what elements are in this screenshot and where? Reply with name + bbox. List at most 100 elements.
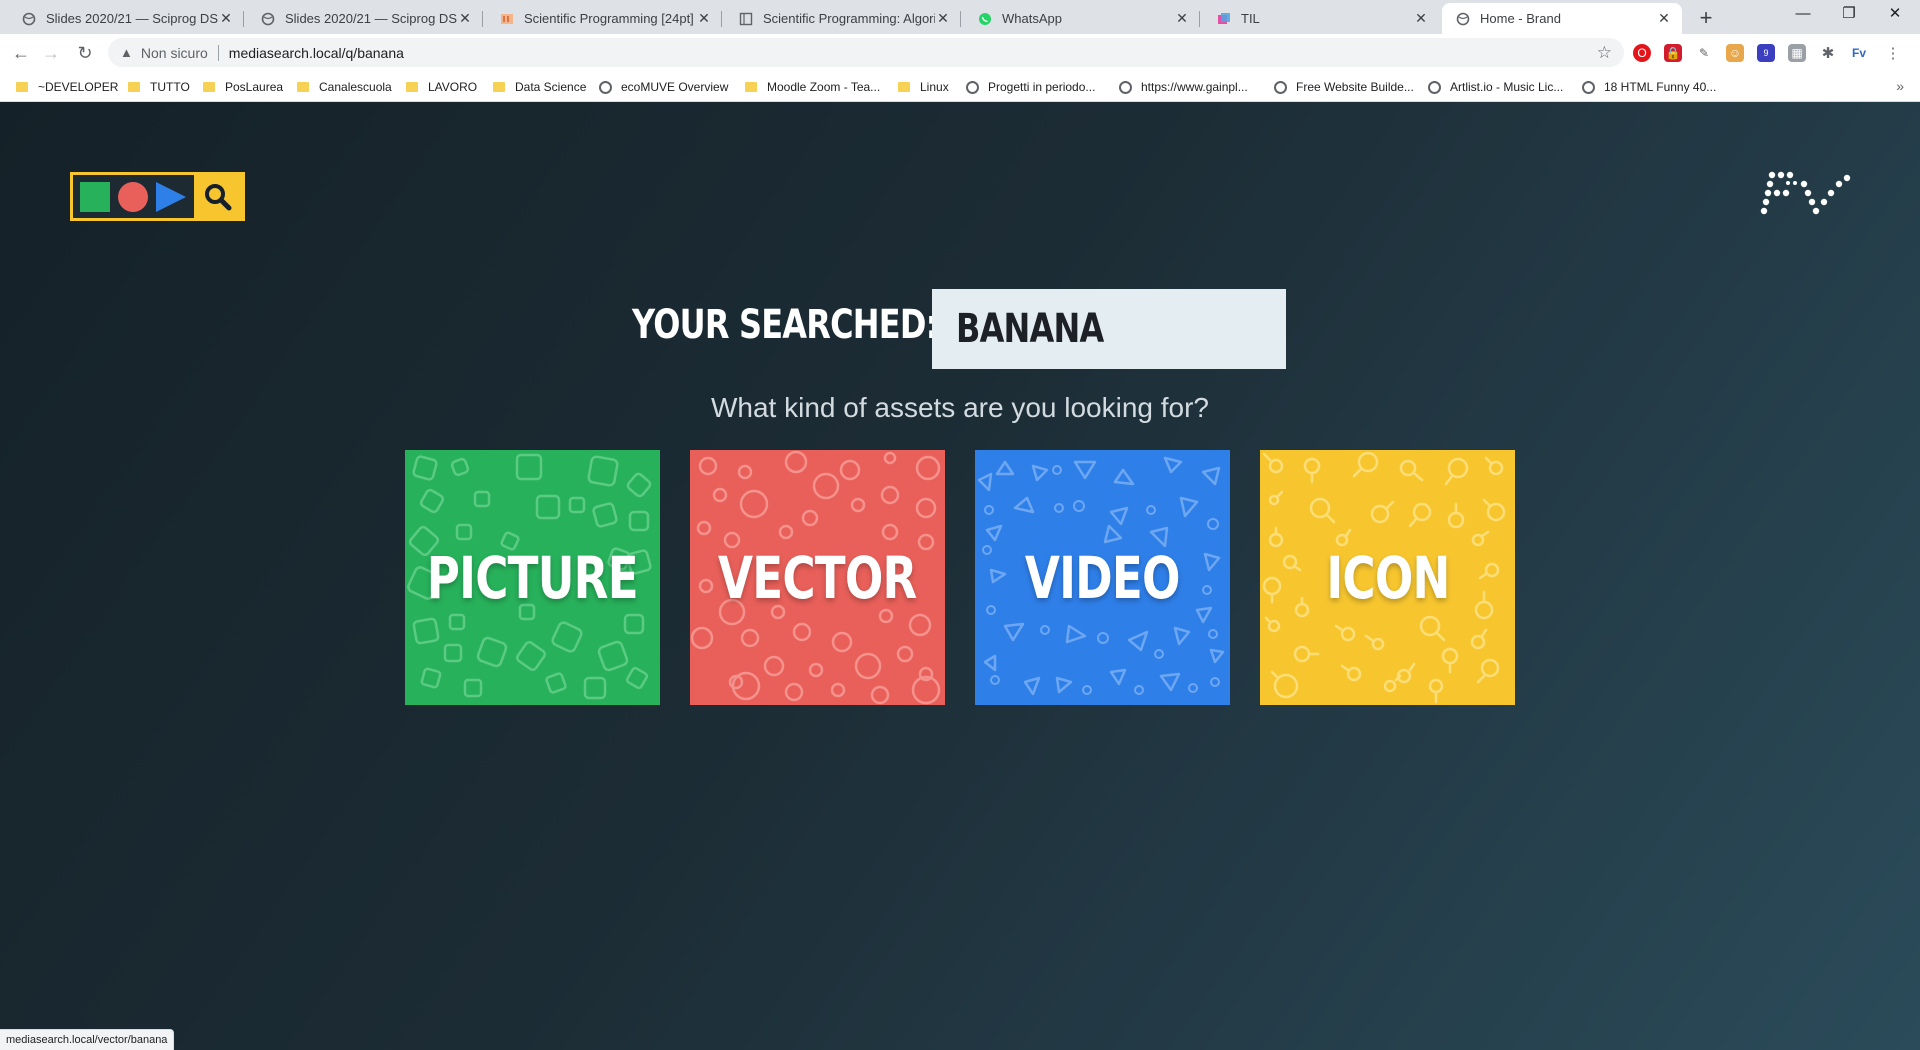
tile-label-wrap: VIDEO (975, 450, 1230, 705)
icon-tile-label: ICON (1325, 543, 1450, 612)
globe-icon (1119, 80, 1132, 94)
star-icon[interactable]: ☆ (1597, 43, 1612, 63)
forward-icon[interactable]: → (38, 40, 64, 66)
bookmark-artlist[interactable]: Artlist.io - Music Lic... (1428, 77, 1563, 97)
tab-separator (482, 11, 483, 27)
fv-extension-icon[interactable]: Fv (1850, 44, 1868, 62)
tab-title: Slides 2020/21 — Sciprog DS Lab (285, 11, 457, 26)
image-extension-icon[interactable]: ▦ (1788, 44, 1806, 62)
lock-extension-icon[interactable]: 🔒 (1664, 44, 1682, 62)
bookmarks-bar: ~DEVELOPER TUTTO PosLaurea Canalescuola … (0, 71, 1920, 102)
bookmark-html-funny[interactable]: 18 HTML Funny 40... (1582, 77, 1716, 97)
tab-home-brand[interactable]: Home - Brand ✕ (1442, 3, 1682, 34)
reload-icon[interactable]: ↻ (72, 40, 98, 66)
bookmark-free-website-builder[interactable]: Free Website Builde... (1274, 77, 1414, 97)
square-icon (80, 181, 110, 212)
bookmark-canalescuola[interactable]: Canalescuola (297, 77, 392, 97)
tab-slides-1[interactable]: Slides 2020/21 — Sciprog DS Lab ✕ (8, 3, 244, 34)
vector-tile[interactable]: VECTOR (690, 450, 945, 705)
bookmark-lavoro[interactable]: LAVORO (406, 77, 477, 97)
whatsapp-icon (978, 12, 992, 26)
tab-separator (960, 11, 961, 27)
picture-tile[interactable]: PICTURE (405, 450, 660, 705)
bookmark-label: Linux (920, 80, 949, 94)
close-icon[interactable]: ✕ (696, 10, 712, 27)
bookmark-label: ~DEVELOPER (38, 80, 119, 94)
tab-title: Scientific Programming [24pt] Le (524, 11, 696, 26)
bookmark-label: ecoMUVE Overview (621, 80, 729, 94)
face-extension-icon[interactable]: ☺ (1726, 44, 1744, 62)
bookmark-data-science[interactable]: Data Science (493, 77, 586, 97)
video-tile[interactable]: VIDEO (975, 450, 1230, 705)
logo-shapes (73, 175, 194, 218)
address-divider (217, 44, 219, 61)
bookmarks-overflow-button[interactable]: » (1896, 78, 1904, 94)
new-tab-button[interactable]: + (1692, 5, 1720, 33)
bookmark-label: Moodle Zoom - Tea... (767, 80, 881, 94)
search-query-text: BANANA (956, 306, 1104, 352)
folder-icon (297, 82, 309, 92)
cube-icon (1217, 12, 1231, 26)
bookmark-developer[interactable]: ~DEVELOPER (16, 77, 118, 97)
bookmark-moodle-zoom[interactable]: Moodle Zoom - Tea... (745, 77, 880, 97)
bookmark-label: Free Website Builde... (1296, 80, 1414, 94)
restore-icon[interactable]: ❐ (1826, 0, 1872, 30)
url-text[interactable]: mediasearch.local/q/banana (229, 45, 404, 61)
tab-scientific-programming-1[interactable]: Scientific Programming [24pt] Le ✕ (486, 3, 722, 34)
warning-icon[interactable]: ▲ (120, 45, 133, 60)
bookmark-ecomuve[interactable]: ecoMUVE Overview (599, 77, 728, 97)
close-icon[interactable]: ✕ (1174, 10, 1190, 27)
globe-icon (1582, 80, 1595, 94)
folder-icon (203, 82, 215, 92)
orange-logo-icon (500, 12, 514, 26)
cap-extension-icon[interactable]: 9 (1757, 44, 1775, 62)
bookmark-gainpl[interactable]: https://www.gainpl... (1119, 77, 1248, 97)
bookmark-tutto[interactable]: TUTTO (128, 77, 190, 97)
close-icon[interactable]: ✕ (457, 10, 473, 27)
eyedropper-icon[interactable]: ✎ (1695, 44, 1713, 62)
folder-icon (493, 82, 505, 92)
tab-strip: Slides 2020/21 — Sciprog DS Lab ✕ Slides… (0, 0, 1920, 34)
globe-icon (1428, 80, 1441, 94)
bookmark-poslaurea[interactable]: PosLaurea (203, 77, 283, 97)
tab-separator (721, 11, 722, 27)
security-label[interactable]: Non sicuro (141, 45, 208, 61)
tab-whatsapp[interactable]: WhatsApp ✕ (964, 3, 1200, 34)
bookmark-label: 18 HTML Funny 40... (1604, 80, 1717, 94)
address-bar[interactable]: ▲ Non sicuro mediasearch.local/q/banana … (108, 38, 1624, 67)
picture-tile-label: PICTURE (426, 543, 639, 612)
status-bar-url: mediasearch.local/vector/banana (0, 1029, 175, 1050)
menu-icon[interactable]: ⋮ (1884, 44, 1902, 62)
video-tile-label: VIDEO (1025, 543, 1181, 612)
close-icon[interactable]: ✕ (218, 10, 234, 27)
folder-icon (406, 82, 418, 92)
bookmark-progetti[interactable]: Progetti in periodo... (966, 77, 1095, 97)
tab-title: Slides 2020/21 — Sciprog DS Lab (46, 11, 218, 26)
close-icon[interactable]: ✕ (1656, 10, 1672, 27)
close-icon[interactable]: ✕ (1413, 10, 1429, 27)
globe-icon (261, 12, 275, 26)
minimize-icon[interactable]: — (1780, 0, 1826, 30)
close-icon[interactable]: ✕ (935, 10, 951, 27)
site-logo[interactable] (70, 172, 245, 221)
tab-scientific-programming-2[interactable]: Scientific Programming: Algorithm ✕ (725, 3, 961, 34)
bookmark-label: PosLaurea (225, 80, 284, 94)
window-close-icon[interactable]: ✕ (1872, 0, 1918, 30)
opera-extension-icon[interactable]: O (1633, 44, 1651, 62)
bookmark-label: Canalescuola (319, 80, 392, 94)
brand-mark-icon[interactable] (1760, 170, 1852, 227)
icon-tile[interactable]: ICON (1260, 450, 1515, 705)
vector-tile-label: VECTOR (718, 543, 917, 612)
tab-title: TIL (1241, 11, 1260, 26)
puzzle-icon[interactable]: ✱ (1819, 44, 1837, 62)
tab-slides-2[interactable]: Slides 2020/21 — Sciprog DS Lab ✕ (247, 3, 483, 34)
search-query-field[interactable]: BANANA (932, 289, 1286, 369)
bookmark-label: Progetti in periodo... (988, 80, 1096, 94)
tab-til[interactable]: TIL ✕ (1203, 3, 1439, 34)
globe-icon (966, 80, 979, 94)
bookmark-linux[interactable]: Linux (898, 77, 949, 97)
globe-icon (599, 80, 612, 94)
tile-label-wrap: PICTURE (405, 450, 660, 705)
tile-label-wrap: VECTOR (690, 450, 945, 705)
back-icon[interactable]: ← (8, 40, 34, 66)
